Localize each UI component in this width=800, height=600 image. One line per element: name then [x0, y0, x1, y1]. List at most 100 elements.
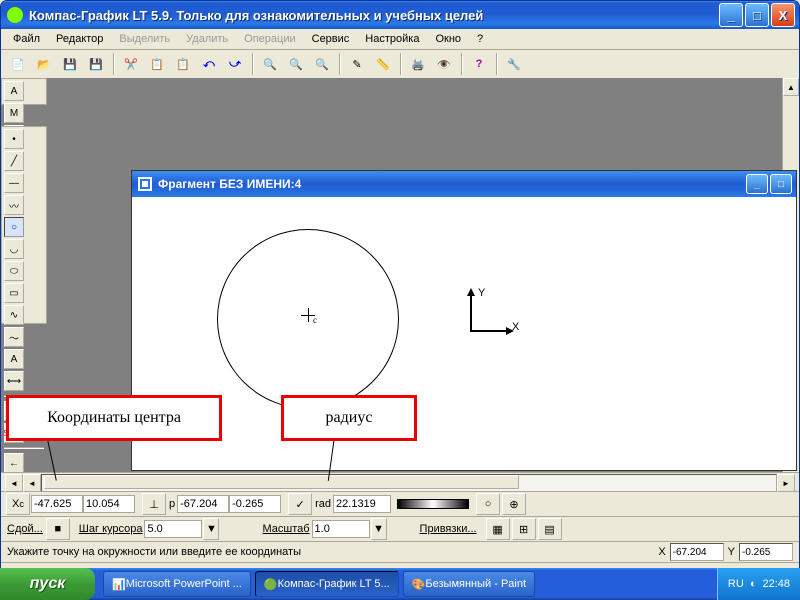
- app-icon: [7, 7, 23, 23]
- maximize-button[interactable]: □: [745, 3, 769, 27]
- annotation-center-coords: Координаты центра: [6, 395, 222, 441]
- scale-dd-icon[interactable]: ▼: [371, 518, 387, 540]
- draw-palette: • ╱ — 〰 ○ ◡ ⬭ ▭ ∿ 〜 A ⟷ ▦ STOP ← Auto: [1, 126, 47, 324]
- window-controls: _ □ X: [717, 3, 795, 27]
- doc-maximize-button[interactable]: □: [770, 174, 792, 194]
- system-tray[interactable]: RU ◐ 22:48: [717, 568, 800, 600]
- status-y-input[interactable]: [739, 543, 793, 561]
- taskbar: пуск 📊 Microsoft PowerPoint ... 🟢 Компас…: [0, 568, 800, 600]
- print-icon[interactable]: 🖨️: [406, 52, 430, 76]
- line-icon[interactable]: —: [4, 173, 24, 193]
- circle-full-icon[interactable]: ○: [476, 493, 500, 515]
- document-icon: [138, 177, 152, 191]
- menu-window[interactable]: Окно: [427, 31, 469, 47]
- ellipse-icon[interactable]: ⬭: [4, 261, 24, 281]
- document-window: Фрагмент БЕЗ ИМЕНИ:4 _ □ c Y X: [131, 170, 797, 471]
- status-bar: Укажите точку на окружности или введите …: [1, 541, 799, 563]
- zoomfit-icon[interactable]: 🔍: [310, 52, 334, 76]
- language-indicator[interactable]: RU: [728, 578, 744, 590]
- menu-select: Выделить: [111, 31, 178, 47]
- document-titlebar: Фрагмент БЕЗ ИМЕНИ:4 _ □: [132, 171, 796, 197]
- yc-input[interactable]: [83, 495, 135, 513]
- hscroll-left2-icon[interactable]: ◄: [23, 474, 41, 492]
- start-button[interactable]: пуск: [0, 568, 95, 600]
- minimize-button[interactable]: _: [719, 3, 743, 27]
- grid3-icon[interactable]: ▤: [538, 518, 562, 540]
- status-x-label: X: [658, 546, 665, 558]
- perp-icon[interactable]: ⊥: [142, 493, 166, 515]
- horizontal-scrollbar[interactable]: ◄ ◄ ►: [1, 473, 799, 491]
- back-icon[interactable]: ←: [4, 453, 24, 473]
- taskbar-item-powerpoint[interactable]: 📊 Microsoft PowerPoint ...: [103, 571, 251, 597]
- xp-input[interactable]: [177, 495, 229, 513]
- scale-label: Масштаб: [262, 523, 309, 535]
- grid1-icon[interactable]: ▦: [486, 518, 510, 540]
- menu-editor[interactable]: Редактор: [48, 31, 111, 47]
- property-bar-coords: Xc ⊥ p ✓ rad ○ ⊕: [1, 491, 799, 516]
- style-label[interactable]: Сдой...: [7, 523, 43, 535]
- redo-icon[interactable]: ⤻: [223, 52, 247, 76]
- step-label: Шаг курсора: [79, 523, 143, 535]
- doc-minimize-button[interactable]: _: [746, 174, 768, 194]
- paste-icon[interactable]: 📋: [171, 52, 195, 76]
- circle-icon[interactable]: ○: [4, 217, 24, 237]
- scale-input[interactable]: [312, 520, 370, 538]
- measure-icon[interactable]: 📏: [371, 52, 395, 76]
- text-icon[interactable]: A: [4, 349, 24, 369]
- menu-delete: Удалить: [178, 31, 236, 47]
- close-button[interactable]: X: [771, 3, 795, 27]
- segment-icon[interactable]: ╱: [4, 151, 24, 171]
- arc-icon[interactable]: ◡: [4, 239, 24, 259]
- edit-icon[interactable]: ✎: [345, 52, 369, 76]
- circle-axes-icon[interactable]: ⊕: [502, 493, 526, 515]
- grid2-icon[interactable]: ⊞: [512, 518, 536, 540]
- status-x-input[interactable]: [670, 543, 724, 561]
- mode-m-button[interactable]: M: [4, 103, 24, 123]
- saveall-icon[interactable]: 💾: [84, 52, 108, 76]
- menu-file[interactable]: Файл: [5, 31, 48, 47]
- main-toolbar: 📄 📂 💾 💾 ✂️ 📋 📋 ⤺ ⤻ 🔍 🔍 🔍 ✎ 📏 🖨️ 👁️ ? 🔧: [1, 50, 799, 79]
- yp-input[interactable]: [229, 495, 281, 513]
- step-input[interactable]: [144, 520, 202, 538]
- radius-input[interactable]: [333, 495, 391, 513]
- undo-icon[interactable]: ⤺: [197, 52, 221, 76]
- snaps-button[interactable]: Привязки...: [420, 523, 477, 535]
- dim-icon[interactable]: ⟷: [4, 371, 24, 391]
- scroll-up-icon[interactable]: ▲: [783, 78, 799, 96]
- bezier-icon[interactable]: 〜: [4, 327, 24, 347]
- clock: 22:48: [762, 578, 790, 590]
- open-icon[interactable]: 📂: [32, 52, 56, 76]
- curve-icon[interactable]: 〰: [4, 195, 24, 215]
- zoomout-icon[interactable]: 🔍: [284, 52, 308, 76]
- menu-service[interactable]: Сервис: [304, 31, 358, 47]
- app-title: Компас-График LT 5.9. Только для ознаком…: [29, 8, 483, 23]
- misc-icon[interactable]: 🔧: [502, 52, 526, 76]
- copy-icon[interactable]: 📋: [145, 52, 169, 76]
- help-icon[interactable]: ?: [467, 52, 491, 76]
- mode-palette: A M P: [1, 78, 47, 105]
- preview-icon[interactable]: 👁️: [432, 52, 456, 76]
- drawing-canvas[interactable]: c Y X: [132, 197, 796, 470]
- new-icon[interactable]: 📄: [6, 52, 30, 76]
- step-dd-icon[interactable]: ▼: [203, 518, 219, 540]
- style-block-icon[interactable]: ■: [46, 518, 70, 540]
- taskbar-item-paint[interactable]: 🎨 Безымянный - Paint: [403, 571, 535, 597]
- spline-icon[interactable]: ∿: [4, 305, 24, 325]
- menu-settings[interactable]: Настройка: [357, 31, 427, 47]
- xc-lock-icon[interactable]: Xc: [6, 493, 30, 515]
- taskbar-item-kompas[interactable]: 🟢 Компас-График LT 5...: [255, 571, 399, 597]
- document-title: Фрагмент БЕЗ ИМЕНИ:4: [158, 177, 301, 191]
- hscroll-right-icon[interactable]: ►: [777, 474, 795, 492]
- menu-help[interactable]: ?: [469, 31, 491, 47]
- cut-icon[interactable]: ✂️: [119, 52, 143, 76]
- zoomin-icon[interactable]: 🔍: [258, 52, 282, 76]
- mode-a-button[interactable]: A: [4, 81, 24, 101]
- rad-lock-icon[interactable]: ✓: [288, 493, 312, 515]
- p-label: p: [169, 498, 175, 510]
- hscroll-left-icon[interactable]: ◄: [5, 474, 23, 492]
- linestyle-preview[interactable]: [397, 499, 469, 509]
- xc-input[interactable]: [31, 495, 83, 513]
- save-icon[interactable]: 💾: [58, 52, 82, 76]
- rect-icon[interactable]: ▭: [4, 283, 24, 303]
- point-icon[interactable]: •: [4, 129, 24, 149]
